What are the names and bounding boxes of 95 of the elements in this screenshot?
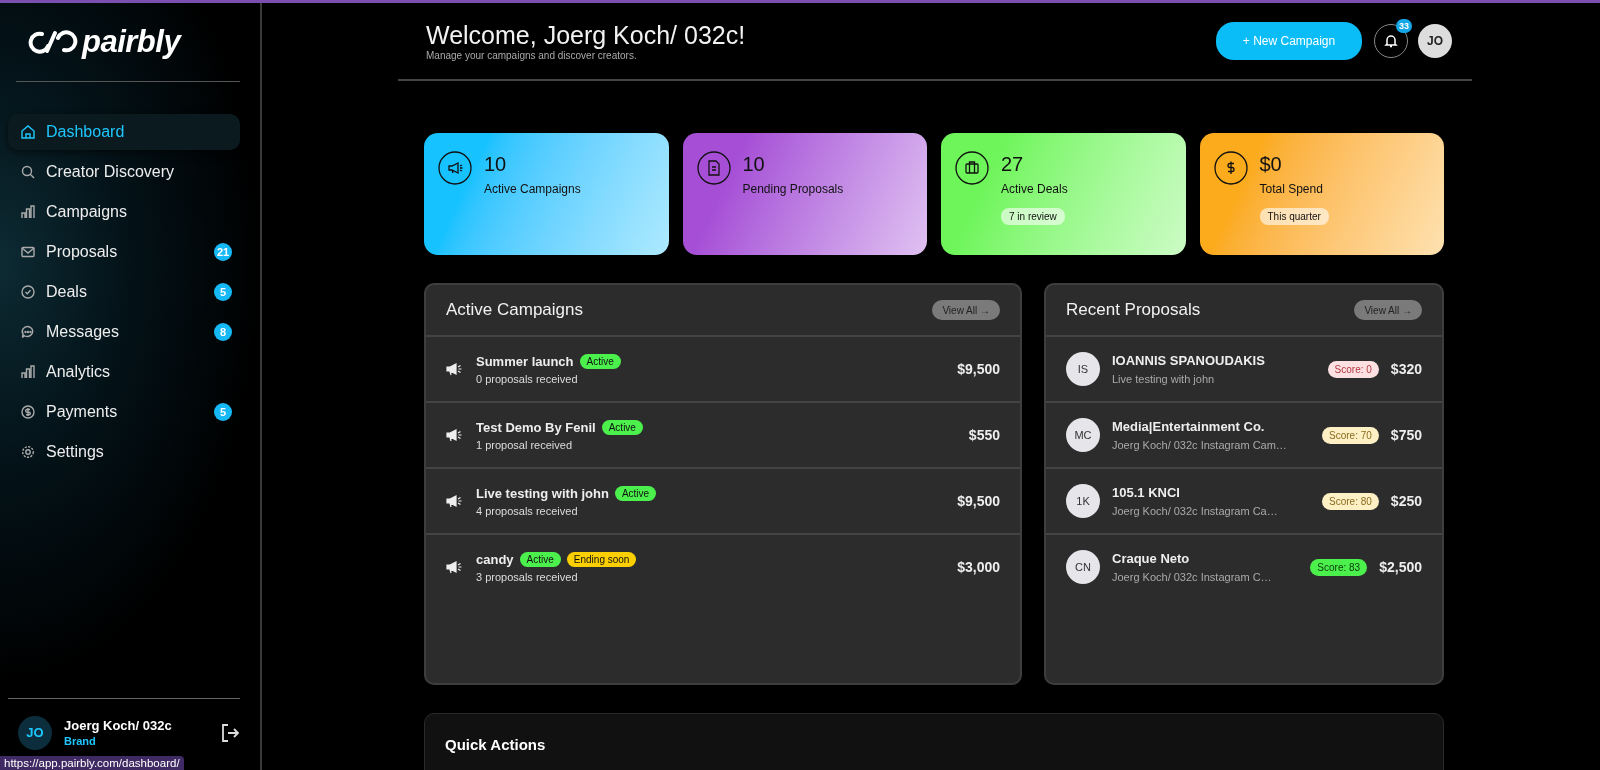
nav-item[interactable]: Analytics: [8, 354, 240, 390]
view-all-button[interactable]: View All →: [1354, 300, 1422, 320]
notifications-button[interactable]: [1374, 24, 1408, 58]
proposal-amount: $2,500: [1379, 559, 1422, 575]
score-tag: Score: 70: [1322, 426, 1379, 444]
campaign-name: Summer launch: [476, 353, 574, 369]
user-avatar[interactable]: JO: [1418, 24, 1452, 58]
megaphone-icon: [446, 361, 464, 377]
status-tag: Active: [519, 551, 561, 567]
creator-avatar: CN: [1066, 550, 1100, 584]
campaign-budget: $3,000: [957, 559, 1000, 575]
creator-name: Media|Entertainment Co.: [1112, 419, 1266, 434]
status-tag: Ending soon: [566, 551, 637, 567]
dollar-circle-icon: [1213, 151, 1248, 185]
nav-item[interactable]: Deals 5: [8, 274, 240, 310]
welcome-subtitle: Manage your campaigns and discover creators.: [426, 50, 638, 61]
notification-count: 33: [1396, 19, 1412, 33]
count-badge: 5: [214, 283, 232, 301]
campaign-name: Joerg Koch/ 032c Instagram Cam…: [1112, 439, 1288, 451]
score-tag: Score: 83: [1310, 558, 1368, 576]
stat-label: Active Deals: [1001, 182, 1068, 196]
nav-item[interactable]: Campaigns: [8, 194, 240, 230]
document-icon: [696, 151, 731, 185]
stat-value: $0: [1259, 153, 1282, 176]
stat-value: 10: [484, 153, 507, 176]
logo-text: pairbly: [82, 24, 181, 60]
mail-icon: [20, 244, 36, 260]
proposal-count: 0 proposals received: [476, 372, 579, 385]
nav-item[interactable]: Proposals 21: [8, 234, 240, 270]
proposal-amount: $320: [1390, 361, 1422, 377]
campaign-name: Live testing with john: [1112, 373, 1216, 385]
check-circle-icon: [20, 284, 36, 300]
panel-title: Recent Proposals: [1066, 300, 1201, 320]
creator-name: IOANNIS SPANOUDAKIS: [1112, 353, 1266, 368]
proposal-amount: $750: [1390, 427, 1422, 443]
campaign-name: Joerg Koch/ 032c Instagram Ca…: [1112, 505, 1279, 517]
nav-item[interactable]: Messages 8: [8, 314, 240, 350]
panel-title: Quick Actions: [445, 736, 546, 753]
link-url-tooltip: https://app.pairbly.com/dashboard/: [0, 756, 184, 770]
score-tag: Score: 0: [1327, 360, 1379, 378]
megaphone-icon: [438, 151, 472, 185]
user-role: Brand: [64, 735, 97, 747]
proposal-count: 1 proposal received: [476, 438, 573, 451]
panel-title: Active Campaigns: [446, 300, 583, 320]
campaign-budget: $9,500: [957, 361, 1000, 377]
creator-avatar: MC: [1066, 418, 1100, 452]
status-tag: Active: [614, 485, 657, 501]
nav-item[interactable]: Payments 5: [8, 394, 240, 430]
proposal-count: 3 proposals received: [476, 570, 579, 583]
megaphone-icon: [446, 559, 464, 575]
creator-name: Craque Neto: [1112, 551, 1191, 566]
nav-item[interactable]: Dashboard: [8, 114, 240, 150]
creator-avatar: 1K: [1066, 484, 1100, 518]
status-tag: Active: [579, 353, 621, 369]
user-name: Joerg Koch/ 032c: [64, 718, 173, 733]
briefcase-icon: [955, 151, 989, 185]
logout-icon[interactable]: [220, 722, 240, 743]
stat-note: This quarter: [1259, 208, 1329, 225]
campaign-name: candy: [476, 551, 514, 567]
stat-value: 27: [1001, 153, 1024, 176]
creator-name: 105.1 KNCI: [1112, 485, 1181, 500]
welcome-title: Welcome, Joerg Koch/ 032c!: [426, 21, 747, 50]
settings-icon: [20, 444, 36, 460]
dollar-circle-icon: [20, 404, 36, 420]
megaphone-icon: [446, 427, 464, 443]
search-icon: [20, 164, 36, 180]
creator-avatar: IS: [1066, 352, 1100, 386]
count-badge: 21: [214, 243, 232, 261]
chat-icon: [20, 324, 36, 340]
view-all-button[interactable]: View All →: [932, 300, 1000, 320]
megaphone-icon: [446, 493, 464, 509]
bell-icon: [1384, 34, 1398, 48]
campaign-budget: $9,500: [957, 493, 1000, 509]
home-icon: [20, 124, 36, 140]
count-badge: 8: [214, 323, 232, 341]
stat-label: Active Campaigns: [484, 182, 581, 196]
stat-label: Total Spend: [1259, 182, 1323, 196]
user-avatar: JO: [18, 715, 52, 750]
campaign-name: Live testing with john: [476, 485, 609, 501]
campaign-name: Test Demo By Fenil: [476, 419, 596, 435]
bar-chart-icon: [20, 364, 36, 380]
bar-chart-icon: [20, 204, 36, 220]
proposal-count: 4 proposals received: [476, 504, 579, 517]
proposal-amount: $250: [1390, 493, 1422, 509]
nav-item[interactable]: Creator Discovery: [8, 154, 240, 190]
count-badge: 5: [214, 403, 232, 421]
logo-icon: [28, 29, 78, 55]
nav-item[interactable]: Settings: [8, 434, 240, 470]
stat-value: 10: [742, 153, 765, 176]
status-tag: Active: [601, 419, 643, 435]
score-tag: Score: 80: [1322, 492, 1379, 510]
campaign-budget: $550: [968, 427, 1000, 443]
stat-label: Pending Proposals: [742, 182, 844, 196]
campaign-name: Joerg Koch/ 032c Instagram C…: [1112, 571, 1273, 583]
stat-note: 7 in review: [1001, 208, 1065, 225]
